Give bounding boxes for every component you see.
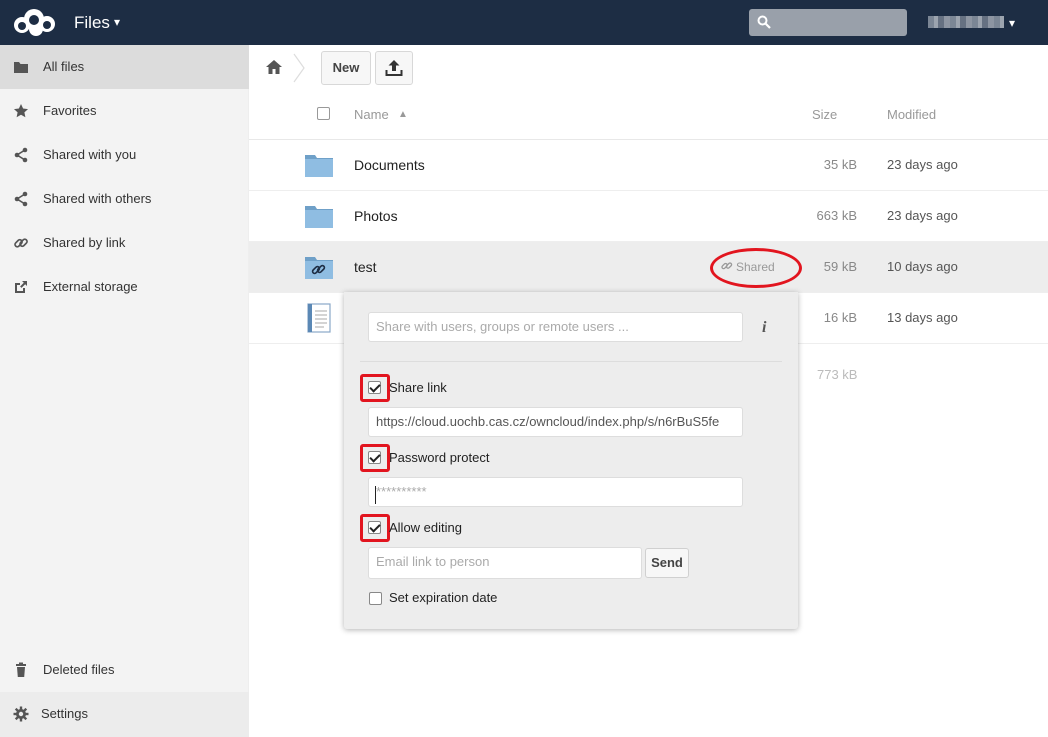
folder-icon <box>14 62 28 73</box>
user-menu[interactable] <box>928 16 1006 30</box>
sidebar-item-deleted-files[interactable]: Deleted files <box>0 648 249 692</box>
file-name[interactable]: test <box>354 259 377 275</box>
sidebar-item-label: Shared by link <box>43 235 126 250</box>
highlight-box <box>360 444 390 472</box>
document-icon <box>307 303 331 333</box>
top-header: Files ▾ ▾ <box>0 0 1048 45</box>
select-all-checkbox[interactable] <box>317 107 330 120</box>
share-dropdown: Share with users, groups or remote users… <box>344 292 798 629</box>
email-link-input[interactable]: Email link to person <box>368 547 642 579</box>
sidebar-item-label: External storage <box>43 279 138 294</box>
sidebar-item-settings[interactable]: Settings <box>0 692 249 737</box>
link-icon <box>14 238 28 248</box>
trash-icon <box>16 662 26 677</box>
file-size: 35 kB <box>823 157 857 172</box>
gear-icon <box>13 706 29 722</box>
link-url-field[interactable]: https://cloud.uochb.cas.cz/owncloud/inde… <box>368 407 743 437</box>
search-icon <box>757 15 771 29</box>
highlight-box <box>360 374 390 402</box>
column-header-size[interactable]: Size <box>812 107 837 122</box>
file-size: 59 kB <box>823 259 857 274</box>
allow-editing-label: Allow editing <box>389 520 462 535</box>
password-protect-label: Password protect <box>389 450 490 465</box>
home-icon[interactable] <box>265 59 283 75</box>
highlight-ellipse <box>710 248 802 288</box>
divider <box>360 361 782 362</box>
column-header-name[interactable]: Name <box>354 107 389 122</box>
file-modified: 23 days ago <box>887 208 958 223</box>
column-header-modified[interactable]: Modified <box>887 107 936 122</box>
expiration-date-checkbox[interactable] <box>369 592 382 605</box>
owncloud-logo-icon[interactable] <box>10 7 60 37</box>
files-controls: New <box>249 45 1048 91</box>
share-icon <box>14 191 28 207</box>
folder-icon <box>305 206 333 228</box>
sidebar-item-shared-by-link[interactable]: Shared by link <box>0 221 249 265</box>
highlight-box <box>360 514 390 542</box>
app-menu-caret-icon[interactable]: ▾ <box>114 15 120 29</box>
file-size: 16 kB <box>823 310 857 325</box>
info-icon[interactable]: i <box>762 319 766 337</box>
sidebar: All files Favorites Shared with you Shar… <box>0 45 249 737</box>
new-button[interactable]: New <box>321 51 371 85</box>
sidebar-item-label: Shared with you <box>43 147 137 162</box>
password-field[interactable]: ********** <box>368 477 743 507</box>
external-icon <box>15 281 27 293</box>
user-menu-caret-icon[interactable]: ▾ <box>1009 16 1015 30</box>
sidebar-item-label: Settings <box>41 706 88 721</box>
sort-ascending-icon[interactable]: ▲ <box>398 109 408 120</box>
table-row[interactable]: test Shared 59 kB 10 days ago <box>249 242 1048 293</box>
sidebar-item-favorites[interactable]: Favorites <box>0 89 249 133</box>
breadcrumb-separator-icon <box>293 53 305 83</box>
sidebar-item-label: Deleted files <box>43 662 115 677</box>
file-table-header: Name ▲ Size Modified <box>249 92 1048 140</box>
search-input[interactable] <box>749 9 907 36</box>
user-name-blurred <box>928 16 1004 28</box>
share-link-label: Share link <box>389 380 447 395</box>
share-icon <box>14 147 28 163</box>
file-modified: 23 days ago <box>887 157 958 172</box>
table-row[interactable]: Documents 35 kB 23 days ago <box>249 140 1048 191</box>
sidebar-item-shared-with-others[interactable]: Shared with others <box>0 177 249 221</box>
sidebar-item-label: Shared with others <box>43 191 152 206</box>
table-row[interactable]: Photos 663 kB 23 days ago <box>249 191 1048 242</box>
send-button[interactable]: Send <box>645 548 689 578</box>
text-cursor <box>375 486 376 504</box>
sidebar-item-label: All files <box>43 59 85 74</box>
upload-icon <box>385 60 403 76</box>
sidebar-item-external-storage[interactable]: External storage <box>0 265 249 309</box>
file-name[interactable]: Documents <box>354 157 425 173</box>
file-size: 663 kB <box>816 208 857 223</box>
app-title[interactable]: Files <box>74 13 110 33</box>
file-name[interactable]: Photos <box>354 208 398 224</box>
upload-button[interactable] <box>375 51 413 85</box>
sidebar-item-shared-with-you[interactable]: Shared with you <box>0 133 249 177</box>
file-modified: 13 days ago <box>887 310 958 325</box>
star-icon <box>14 104 28 118</box>
shared-link-folder-icon <box>305 257 333 279</box>
sidebar-item-label: Favorites <box>43 103 97 118</box>
summary-total-size: 773 kB <box>817 367 858 382</box>
share-with-input[interactable]: Share with users, groups or remote users… <box>368 312 743 342</box>
expiration-date-label: Set expiration date <box>389 590 498 605</box>
folder-icon <box>305 155 333 177</box>
file-modified: 10 days ago <box>887 259 958 274</box>
sidebar-item-all-files[interactable]: All files <box>0 45 249 89</box>
